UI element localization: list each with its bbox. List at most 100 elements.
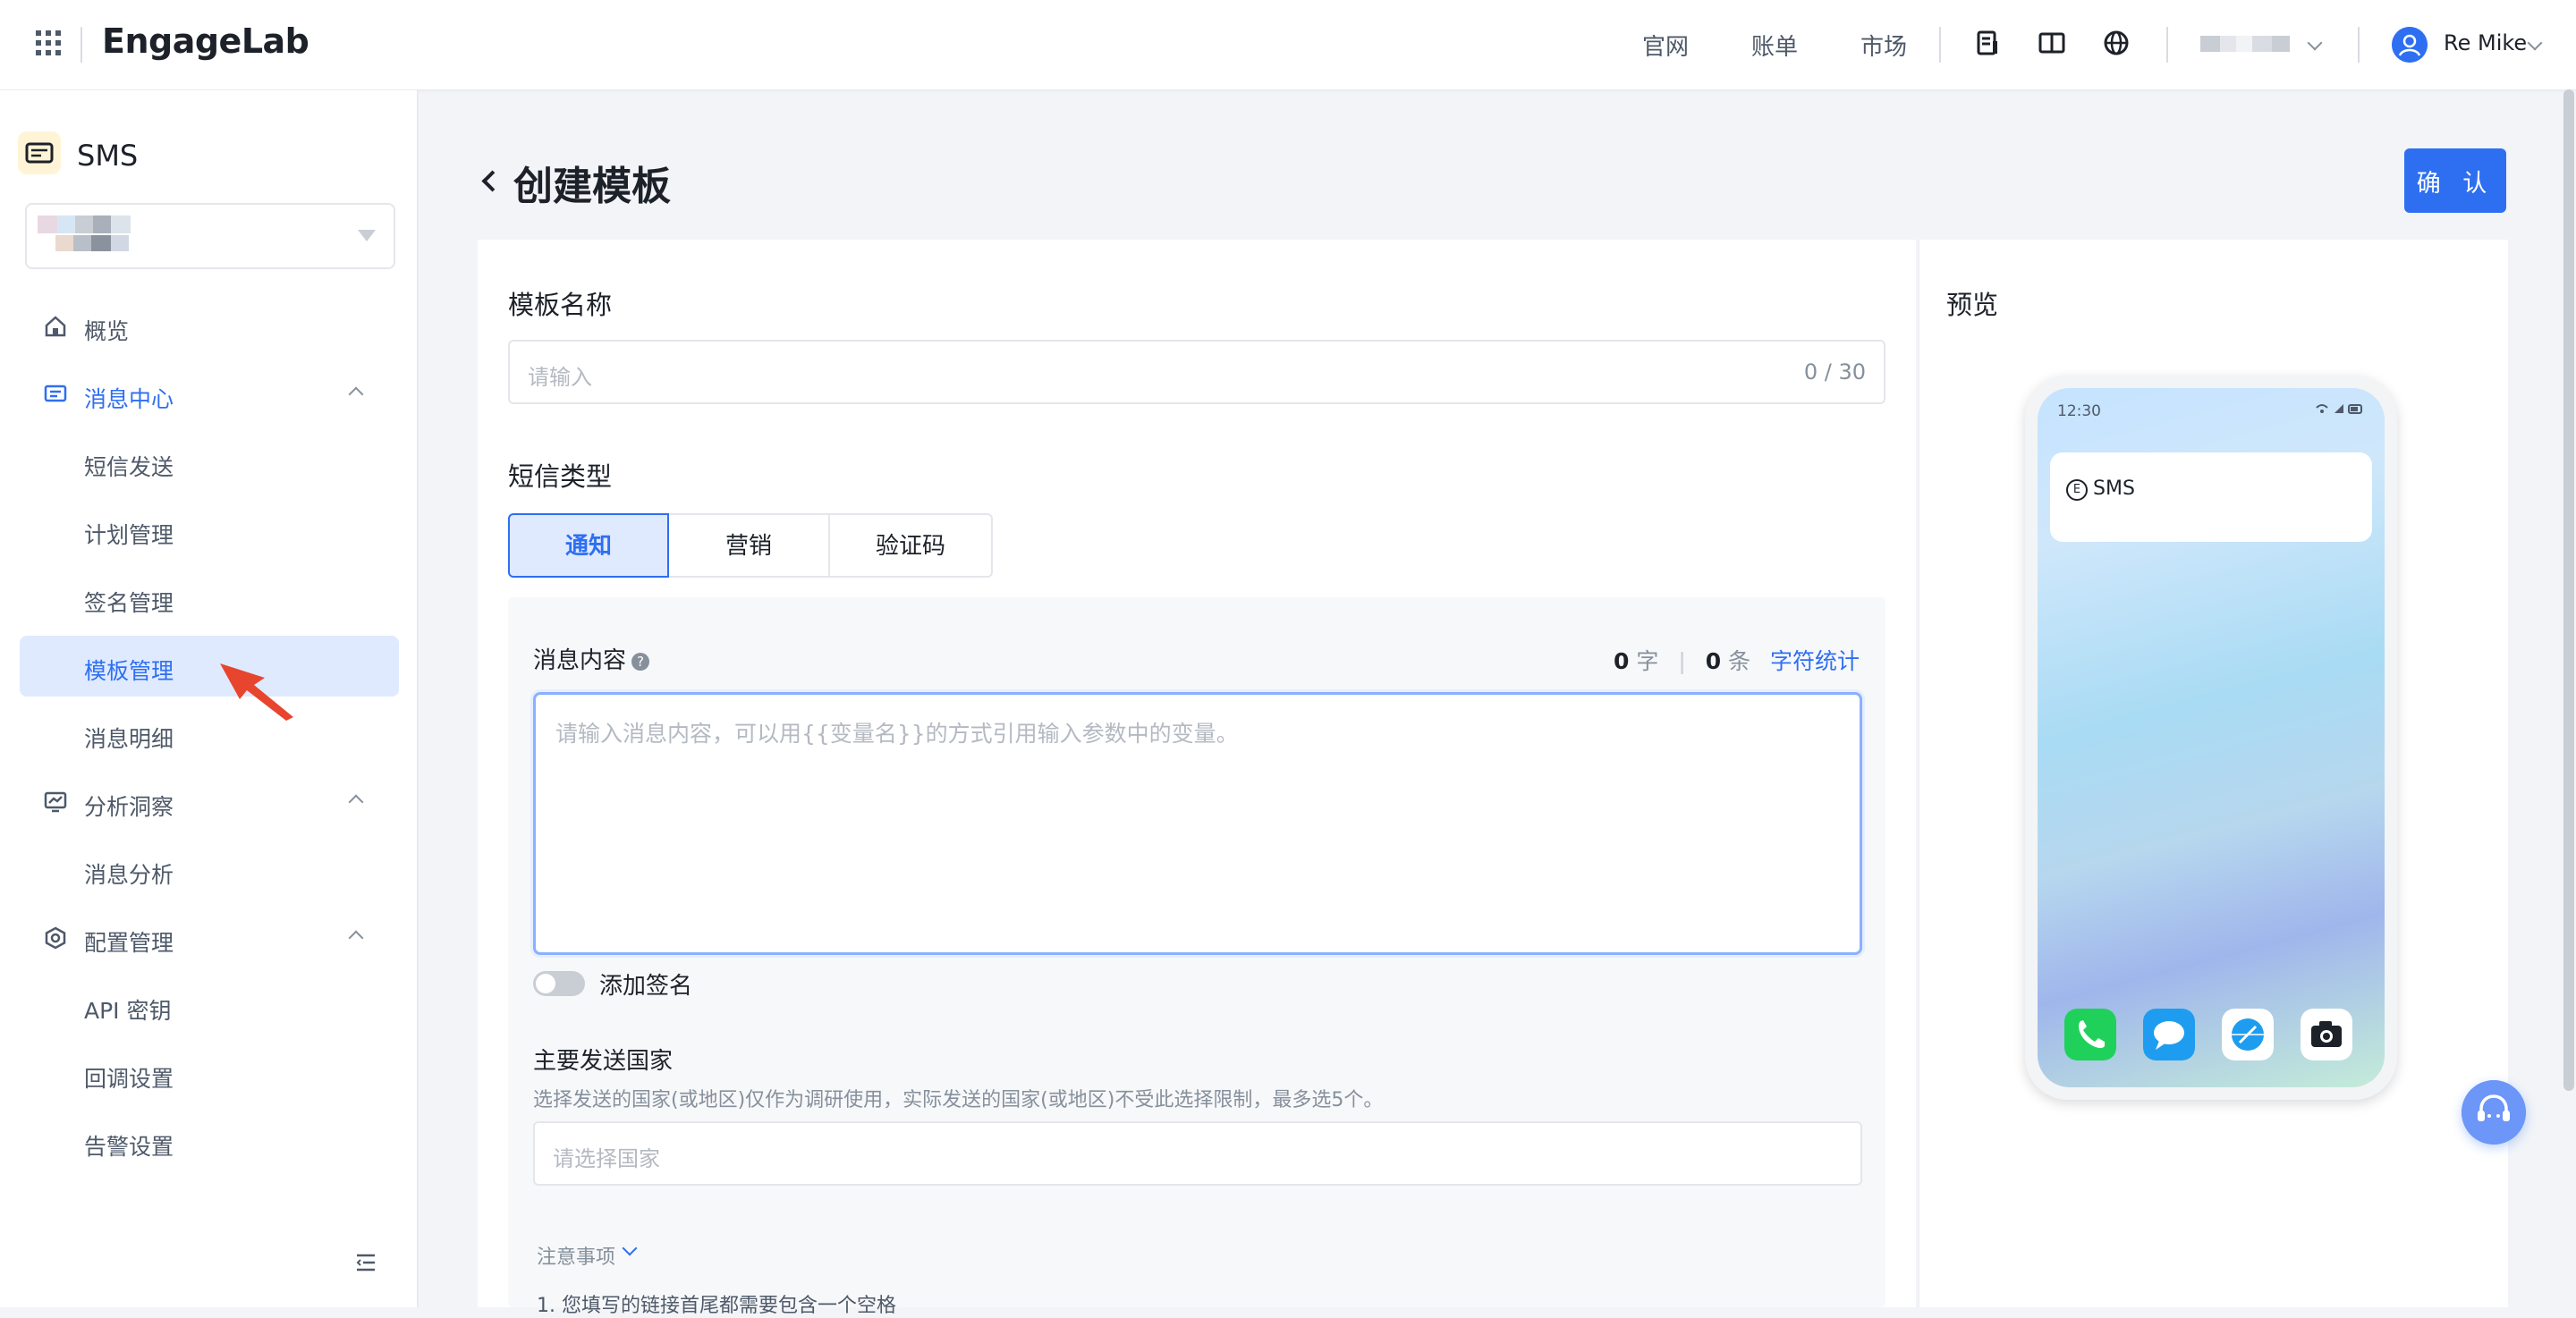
msg-count: 0 [1705,648,1722,674]
tab-verification-code[interactable]: 验证码 [830,513,993,578]
divider [2166,27,2168,63]
toggle-knob [536,974,555,993]
sidebar-group-analytics[interactable]: 分析洞察 [20,772,399,832]
template-name-placeholder: 请输入 [528,365,592,390]
country-hint: 选择发送的国家(或地区)仅作为调研使用，实际发送的国家(或地区)不受此选择限制，… [533,1089,1384,1111]
chevron-down-icon[interactable] [2307,35,2323,51]
project-name-redacted [38,215,131,233]
home-icon [45,316,66,337]
page-scrollbar[interactable] [2563,89,2574,1091]
notification-app-name: SMS [2093,477,2135,500]
add-signature-label: 添加签名 [599,973,693,1000]
collapse-sidebar-icon[interactable] [354,1251,377,1274]
sidebar-item-label: 消息明细 [84,726,174,752]
content-textarea[interactable]: 请输入消息内容，可以用{{变量名}}的方式引用输入参数中的变量。 [533,692,1862,955]
engagelab-logo[interactable]: EngageLab [102,21,309,61]
divider [2358,27,2360,63]
sidebar-item-label: 告警设置 [84,1134,174,1160]
sidebar-item-label: 概览 [84,318,130,344]
nav-link-billing[interactable]: 账单 [1751,29,1798,62]
template-name-counter: 0 / 30 [1803,359,1866,384]
settings-icon [45,926,66,950]
status-icons [2316,404,2362,414]
apps-grid-icon[interactable] [36,30,61,55]
nav-link-market[interactable]: 市场 [1860,29,1907,62]
sidebar-item-label: 短信发送 [84,454,174,480]
phone-screen: 12:30 E SMS [2038,388,2385,1087]
project-name-redacted-row2 [55,235,129,251]
sidebar-item-callback-settings[interactable]: 回调设置 [20,1043,399,1104]
confirm-button[interactable]: 确 认 [2404,148,2506,213]
note-1: 1. 您填写的链接首尾都需要包含一个空格 [537,1295,896,1317]
country-label: 主要发送国家 [533,1048,674,1075]
chevron-up-icon[interactable] [348,794,364,810]
nav-link-official-site[interactable]: 官网 [1642,29,1689,62]
divider [80,27,82,63]
sidebar-item-template-mgmt[interactable]: 模板管理 [20,636,399,697]
document-icon[interactable] [1971,27,2004,59]
message-icon [44,384,67,402]
chevron-up-icon[interactable] [348,386,364,402]
sms-notification: E SMS [2050,452,2372,542]
customer-support-icon[interactable] [2462,1080,2526,1145]
sms-type-label: 短信类型 [508,461,613,492]
sidebar-item-label: 配置管理 [84,930,174,956]
chevron-down-icon[interactable] [2527,35,2543,51]
username[interactable]: Re Mike [2444,30,2527,55]
caret-down-icon[interactable] [358,230,376,241]
account-switcher-redacted[interactable] [2200,36,2290,52]
tab-notification[interactable]: 通知 [508,513,669,578]
chevron-up-icon[interactable] [348,930,364,946]
top-bar: EngageLab 官网 账单 市场 Re Mike [0,0,2576,90]
char-stats-link[interactable]: 字符统计 [1770,648,1860,674]
back-icon[interactable] [481,170,504,192]
project-select[interactable] [25,203,395,269]
country-placeholder: 请选择国家 [553,1146,660,1171]
sidebar-item-label: 模板管理 [84,658,174,684]
status-time: 12:30 [2057,402,2101,420]
sidebar-item-alert-settings[interactable]: 告警设置 [20,1111,399,1172]
phone-icon [2064,1009,2116,1060]
help-icon[interactable]: ? [631,653,650,671]
sidebar-item-message-analysis[interactable]: 消息分析 [20,840,399,900]
sidebar-item-label: API 密钥 [84,998,172,1024]
content-placeholder: 请输入消息内容，可以用{{变量名}}的方式引用输入参数中的变量。 [555,721,1239,747]
sidebar-item-label: 消息分析 [84,862,174,888]
content-stats: 0 字 | 0 条 字符统计 [1614,644,1860,676]
msg-unit: 条 [1728,648,1751,674]
engagelab-badge-icon: E [2066,479,2088,501]
char-unit: 字 [1636,648,1659,674]
camera-icon [2301,1009,2352,1060]
sidebar-item-sms-send[interactable]: 短信发送 [20,432,399,493]
annotation-arrow-icon [220,663,293,721]
globe-icon[interactable] [2100,27,2132,59]
sidebar-item-plan-mgmt[interactable]: 计划管理 [20,500,399,561]
tab-marketing[interactable]: 营销 [669,513,830,578]
sidebar-item-label: 签名管理 [84,590,174,616]
divider [1939,27,1941,63]
content-label: 消息内容? [533,642,650,675]
sidebar-group-message-center[interactable]: 消息中心 [20,364,399,425]
phone-mockup: 12:30 E SMS [2025,376,2397,1100]
product-title: SMS [77,139,139,173]
content-label-text: 消息内容 [533,647,627,674]
sidebar-item-api-key[interactable]: API 密钥 [20,976,399,1036]
sidebar-group-config[interactable]: 配置管理 [20,908,399,968]
country-select[interactable]: 请选择国家 [533,1121,1862,1186]
preview-label: 预览 [1946,290,1999,320]
stat-separator: | [1678,648,1686,674]
sidebar-item-message-detail[interactable]: 消息明细 [20,704,399,765]
char-count: 0 [1614,648,1630,674]
sidebar-item-signature-mgmt[interactable]: 签名管理 [20,568,399,629]
sidebar-item-label: 回调设置 [84,1066,174,1092]
avatar[interactable] [2392,27,2428,63]
sidebar-item-overview[interactable]: 概览 [20,296,399,357]
notes-toggle[interactable]: 注意事项 [537,1241,615,1270]
template-name-input[interactable]: 请输入 0 / 30 [508,340,1885,404]
browser-icon [2222,1009,2274,1060]
messages-icon [2143,1009,2195,1060]
book-icon[interactable] [2036,27,2068,59]
sidebar: SMS 概览 消息中心 短信发送 计划管理 签名管理 模板管理 消息明细 分析洞… [0,90,419,1307]
add-signature-toggle[interactable] [533,971,585,996]
page-title: 创建模板 [513,164,671,209]
